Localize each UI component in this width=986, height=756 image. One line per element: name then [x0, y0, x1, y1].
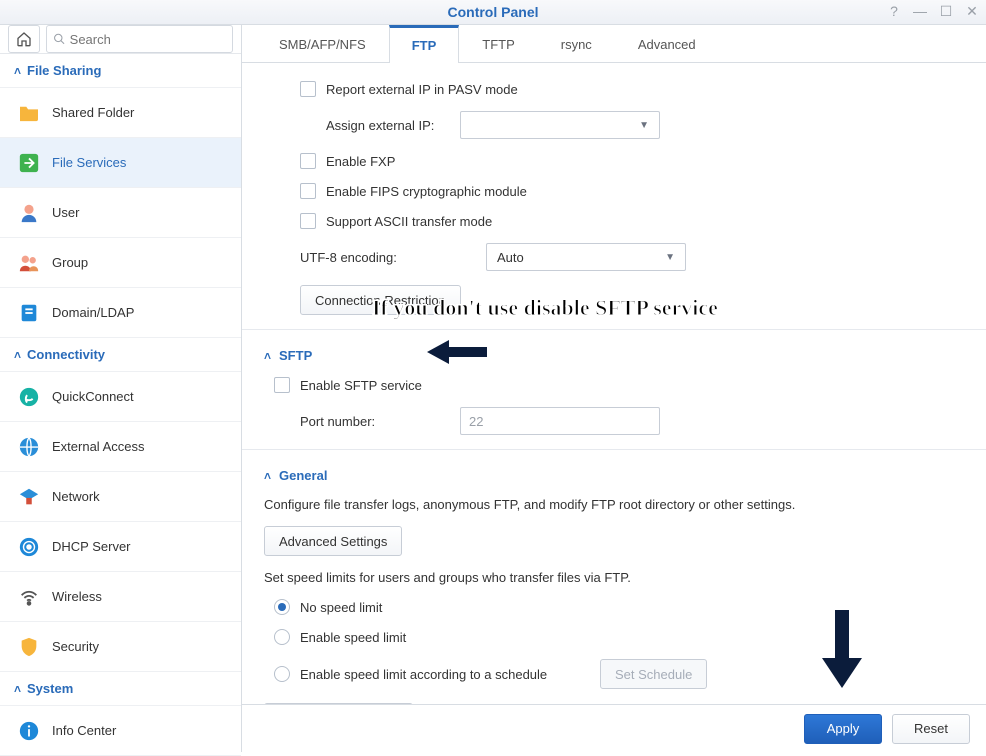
- label-enable-sftp: Enable SFTP service: [300, 378, 422, 393]
- apply-button[interactable]: Apply: [804, 714, 882, 744]
- section-sftp[interactable]: ˄ SFTP: [264, 348, 964, 363]
- tab-bar: SMB/AFP/NFS FTP TFTP rsync Advanced: [242, 25, 986, 63]
- sidebar-item-network[interactable]: Network: [0, 472, 241, 522]
- domain-icon: [18, 302, 40, 324]
- search-icon: [53, 32, 66, 46]
- search-input[interactable]: [70, 32, 226, 47]
- sidebar-item-dhcp-server[interactable]: DHCP Server: [0, 522, 241, 572]
- chevron-up-icon: ˄: [14, 682, 21, 696]
- chevron-down-icon: ▼: [639, 120, 649, 131]
- content: SMB/AFP/NFS FTP TFTP rsync Advanced Repo…: [242, 25, 986, 752]
- maximize-icon[interactable]: ☐: [938, 3, 954, 19]
- speed-limit-description: Set speed limits for users and groups wh…: [264, 570, 964, 585]
- reset-button[interactable]: Reset: [892, 714, 970, 744]
- label-report-external-ip: Report external IP in PASV mode: [326, 82, 518, 97]
- footer: Apply Reset: [242, 704, 986, 752]
- sidebar: ˄ File Sharing Shared Folder File Servic…: [0, 25, 242, 752]
- label-assign-external-ip: Assign external IP:: [300, 118, 460, 133]
- chevron-up-icon: ˄: [264, 349, 271, 363]
- quickconnect-icon: [18, 386, 40, 408]
- select-utf8[interactable]: Auto ▼: [486, 243, 686, 271]
- home-icon: [16, 31, 32, 47]
- checkbox-enable-fips[interactable]: [300, 183, 316, 199]
- chevron-up-icon: ˄: [14, 64, 21, 78]
- user-icon: [18, 202, 40, 224]
- checkbox-report-external-ip[interactable]: [300, 81, 316, 97]
- dhcp-icon: [18, 536, 40, 558]
- checkbox-enable-sftp[interactable]: [274, 377, 290, 393]
- label-enable-fips: Enable FIPS cryptographic module: [326, 184, 527, 199]
- label-support-ascii: Support ASCII transfer mode: [326, 214, 492, 229]
- radio-no-speed-limit[interactable]: [274, 599, 290, 615]
- shield-icon: [18, 636, 40, 658]
- globe-icon: [18, 436, 40, 458]
- label-port-number: Port number:: [274, 414, 460, 429]
- sidebar-item-user[interactable]: User: [0, 188, 241, 238]
- chevron-up-icon: ˄: [264, 469, 271, 483]
- search-input-wrapper[interactable]: [46, 25, 233, 53]
- set-schedule-button[interactable]: Set Schedule: [600, 659, 707, 689]
- advanced-settings-button[interactable]: Advanced Settings: [264, 526, 402, 556]
- sidebar-item-shared-folder[interactable]: Shared Folder: [0, 88, 241, 138]
- sidebar-item-quickconnect[interactable]: QuickConnect: [0, 372, 241, 422]
- titlebar: Control Panel ? — ☐ ✕: [0, 0, 986, 25]
- close-icon[interactable]: ✕: [964, 3, 980, 19]
- tab-advanced[interactable]: Advanced: [615, 25, 719, 63]
- label-enable-fxp: Enable FXP: [326, 154, 395, 169]
- info-icon: [18, 720, 40, 742]
- radio-enable-speed-limit[interactable]: [274, 629, 290, 645]
- sidebar-item-external-access[interactable]: External Access: [0, 422, 241, 472]
- general-description: Configure file transfer logs, anonymous …: [264, 497, 964, 512]
- folder-icon: [18, 102, 40, 124]
- sidebar-section-system[interactable]: ˄ System: [0, 672, 241, 706]
- chevron-down-icon: ▼: [665, 252, 675, 263]
- select-external-ip[interactable]: ▼: [460, 111, 660, 139]
- sidebar-item-info-center[interactable]: Info Center: [0, 706, 241, 756]
- checkbox-support-ascii[interactable]: [300, 213, 316, 229]
- file-services-icon: [18, 152, 40, 174]
- sidebar-item-file-services[interactable]: File Services: [0, 138, 241, 188]
- window-title: Control Panel: [447, 4, 538, 20]
- help-icon[interactable]: ?: [886, 3, 902, 19]
- tab-tftp[interactable]: TFTP: [459, 25, 538, 63]
- checkbox-enable-fxp[interactable]: [300, 153, 316, 169]
- tab-smb-afp-nfs[interactable]: SMB/AFP/NFS: [256, 25, 389, 63]
- home-button[interactable]: [8, 25, 40, 53]
- sidebar-section-file-sharing[interactable]: ˄ File Sharing: [0, 54, 241, 88]
- sidebar-item-security[interactable]: Security: [0, 622, 241, 672]
- minimize-icon[interactable]: —: [912, 3, 928, 19]
- network-icon: [18, 486, 40, 508]
- connection-restriction-button[interactable]: Connection Restriction: [300, 285, 461, 315]
- sidebar-item-group[interactable]: Group: [0, 238, 241, 288]
- input-port-number[interactable]: 22: [460, 407, 660, 435]
- tab-ftp[interactable]: FTP: [389, 25, 460, 63]
- radio-speed-limit-schedule[interactable]: [274, 666, 290, 682]
- label-utf8: UTF-8 encoding:: [300, 250, 486, 265]
- sidebar-section-connectivity[interactable]: ˄ Connectivity: [0, 338, 241, 372]
- sidebar-item-domain-ldap[interactable]: Domain/LDAP: [0, 288, 241, 338]
- section-general[interactable]: ˄ General: [264, 468, 964, 483]
- chevron-up-icon: ˄: [14, 348, 21, 362]
- tab-rsync[interactable]: rsync: [538, 25, 615, 63]
- wifi-icon: [18, 586, 40, 608]
- group-icon: [18, 252, 40, 274]
- sidebar-item-wireless[interactable]: Wireless: [0, 572, 241, 622]
